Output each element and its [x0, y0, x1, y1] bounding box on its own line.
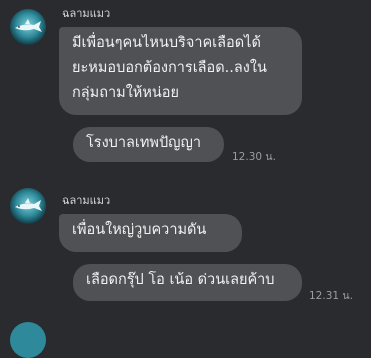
message-timestamp: 12.31 น. — [309, 290, 353, 302]
sender-name: ฉลามแมว — [62, 194, 111, 207]
message-bubble[interactable]: โรงบาลเทพปัญญา — [73, 127, 224, 162]
shark-avatar-icon — [10, 188, 46, 224]
message-bubble[interactable]: เลือดกรุ๊ป โอ เน้อ ด่วนเลยค้าบ — [73, 264, 302, 301]
sender-avatar[interactable] — [10, 9, 46, 45]
message-bubble[interactable]: เพื่อนใหญ่วูบความดัน — [59, 214, 242, 252]
shark-avatar-icon — [10, 9, 46, 45]
message-bubble[interactable]: มีเพื่อนๆคนไหนบริจาคเลือดได้ ยะหมอบอกต้อ… — [59, 27, 302, 115]
message-line: เพื่อนใหญ่วูบความดัน — [72, 222, 207, 238]
message-line: มีเพื่อนๆคนไหนบริจาคเลือดได้ — [72, 35, 261, 51]
message-line: กลุ่มถามให้หน่อย — [72, 85, 180, 101]
message-timestamp: 12.30 น. — [232, 151, 276, 163]
sender-avatar[interactable] — [10, 188, 46, 224]
message-line: โรงบาลเทพปัญญา — [86, 135, 202, 151]
message-line: ยะหมอบอกต้องการเลือด..ลงใน — [72, 60, 267, 76]
sender-name: ฉลามแมว — [62, 7, 111, 20]
message-line: เลือดกรุ๊ป โอ เน้อ ด่วนเลยค้าบ — [86, 272, 275, 288]
shark-avatar-icon — [10, 322, 46, 358]
sender-avatar-partial[interactable] — [10, 322, 46, 358]
